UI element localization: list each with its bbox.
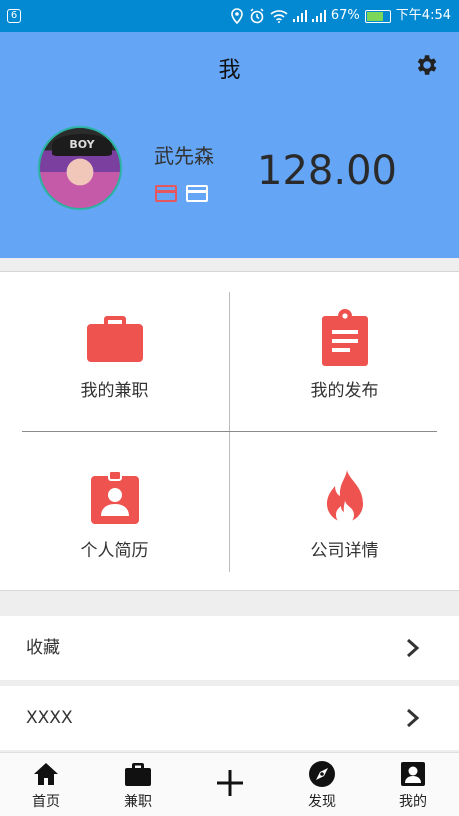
chevron-right-icon [407,708,420,728]
list-item-favorites[interactable]: 收藏 [0,616,459,680]
profile-header: 我 BOY 武先森 128.00 [0,32,459,258]
notification-icon: 6 [7,9,21,23]
grid-item-label: 个人简历 [80,541,149,561]
bottom-nav: 首页 兼职 发现 我的 [0,752,459,816]
gear-icon[interactable] [413,52,439,78]
battery-percent: 67% [330,8,360,23]
profile-icon [401,762,425,786]
clock-time: 下午4:54 [395,8,451,23]
balance-value: 128.00 [257,148,397,194]
list-item-xxxx[interactable]: XXXX [0,686,459,750]
nav-item-label: 兼职 [124,794,152,810]
avatar-cap-text: BOY [52,134,112,156]
grid-item-resume[interactable]: 个人简历 [0,432,229,592]
nav-item-add[interactable] [184,753,276,816]
list-item-label: XXXX [26,708,73,728]
bank-card-icon[interactable] [186,185,208,202]
grid-item-my-posts[interactable]: 我的发布 [230,272,459,432]
compass-icon [309,761,335,787]
credit-card-icon[interactable] [155,185,177,202]
grid-item-label: 公司详情 [310,541,379,561]
avatar[interactable]: BOY [38,126,122,210]
grid-item-company[interactable]: 公司详情 [230,432,459,592]
grid-item-my-jobs[interactable]: 我的兼职 [0,272,229,432]
home-icon [34,763,58,785]
page-title: 我 [218,58,241,83]
location-icon [231,8,243,24]
briefcase-icon [125,763,151,786]
nav-item-jobs[interactable]: 兼职 [92,753,184,816]
alarm-icon [250,8,264,24]
battery-icon [364,9,391,23]
plus-icon [217,770,243,796]
grid-item-label: 我的兼职 [80,381,149,401]
nav-item-mine[interactable]: 我的 [367,753,459,816]
feature-grid: 我的兼职 我的发布 个人简历 公司详情 [0,271,459,591]
flame-icon [326,470,363,524]
list-item-label: 收藏 [26,638,60,658]
wifi-icon [270,10,288,23]
signal-icon [292,10,307,22]
nav-item-label: 我的 [399,794,427,810]
nav-item-home[interactable]: 首页 [0,753,92,816]
status-bar: 6 67% 下午4:54 [0,0,459,32]
briefcase-icon [86,316,143,362]
grid-item-label: 我的发布 [310,381,379,401]
chevron-right-icon [407,638,420,658]
nav-item-discover[interactable]: 发现 [276,753,368,816]
clipboard-icon [321,309,368,366]
status-icons: 67% 下午4:54 [230,0,451,32]
nav-item-label: 发现 [308,794,336,810]
username: 武先森 [154,144,214,168]
resume-icon [90,470,139,524]
nav-item-label: 首页 [32,794,60,810]
signal-icon [311,10,326,22]
